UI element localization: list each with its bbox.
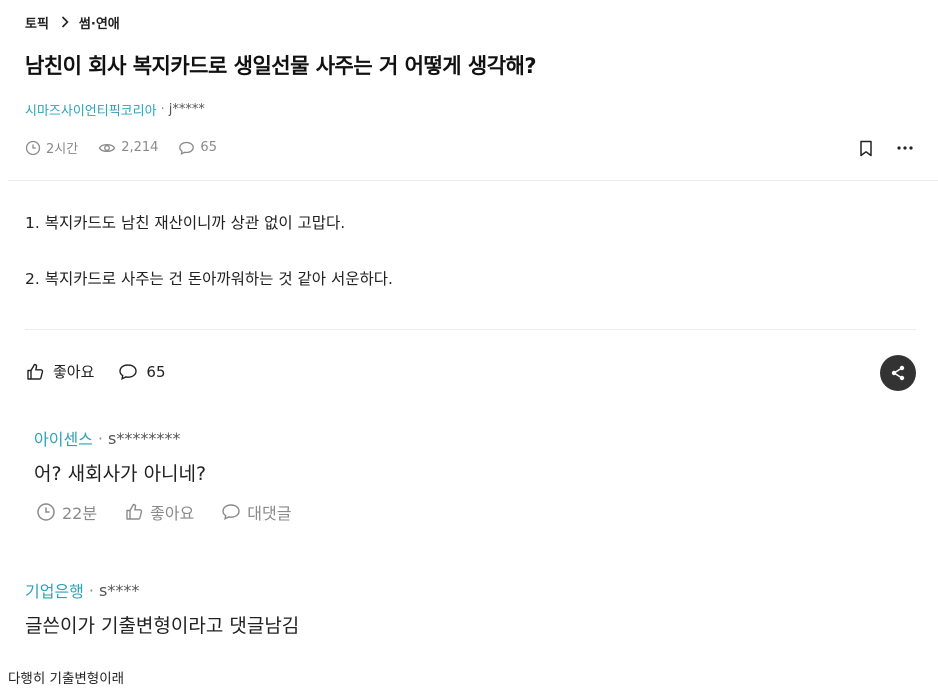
more-icon (897, 146, 913, 150)
post-body-line-2: 2. 복지카드로 사주는 건 돈아까워하는 것 같아 서운하다. (25, 270, 393, 288)
comment-meta: 22분 좋아요 대댓글 (36, 500, 318, 524)
divider (25, 329, 916, 330)
reply-button[interactable]: 대댓글 (221, 500, 291, 524)
comment-icon (179, 141, 195, 155)
comment-company[interactable]: 기업은행 (25, 578, 84, 602)
breadcrumb-category[interactable]: 썸·연애 (79, 13, 120, 32)
comment-time: 22분 (36, 500, 97, 524)
post-title: 남친이 회사 복지카드로 생일선물 사주는 거 어떻게 생각해? (25, 54, 537, 78)
breadcrumb-topic[interactable]: 토픽 (25, 13, 49, 32)
like-label: 좋아요 (53, 363, 95, 381)
post-comments: 65 (178, 140, 217, 156)
post-comments-text: 65 (200, 140, 217, 155)
comment-time-text: 22분 (62, 504, 98, 523)
post-views-text: 2,214 (121, 140, 159, 155)
post-time: 2시간 (25, 138, 78, 157)
divider (8, 180, 938, 181)
separator-dot: · (97, 428, 103, 448)
comment-author-line: 아이센스 · s******** (34, 426, 180, 450)
share-button[interactable] (880, 355, 916, 391)
more-button[interactable] (894, 138, 916, 158)
comment-author-line: 기업은행 · s**** (25, 578, 139, 602)
thumbs-up-icon (126, 503, 143, 520)
bookmark-button[interactable] (855, 138, 877, 158)
bookmark-icon (860, 140, 872, 156)
reply-label: 대댓글 (247, 504, 292, 523)
clock-icon (37, 503, 55, 521)
post-views: 2,214 (98, 140, 158, 156)
breadcrumb: 토픽 썸·연애 (25, 12, 120, 32)
thumbs-up-icon (27, 363, 44, 380)
separator-dot: · (88, 580, 94, 600)
post-company[interactable]: 시마즈사이언티픽코리아 (25, 100, 157, 119)
post-stats: 2시간 2,214 65 (25, 138, 237, 157)
separator-dot: · (160, 102, 165, 117)
post-actions: 좋아요 65 (25, 361, 190, 382)
comment-count: 65 (146, 362, 166, 381)
post-body-line-1: 1. 복지카드도 남친 재산이니까 상관 없이 고맙다. (25, 214, 346, 232)
clock-icon (25, 140, 41, 155)
post-time-text: 2시간 (46, 142, 79, 157)
share-icon (891, 365, 905, 381)
comment-like-button[interactable]: 좋아요 (124, 500, 194, 524)
comment-icon (119, 363, 138, 380)
comment-company[interactable]: 아이센스 (34, 426, 93, 450)
post-author: j***** (168, 102, 205, 117)
eye-icon (98, 143, 116, 152)
comment-author: s******** (107, 428, 181, 448)
comment-text: 어? 새회사가 아니네? (34, 463, 207, 485)
post-author-line: 시마즈사이언티픽코리아 · j***** (25, 100, 205, 119)
post-top-actions (838, 138, 916, 158)
comment-text: 글쓴이가 기출변형이라고 댓글남김 (25, 615, 300, 637)
like-button[interactable]: 좋아요 (25, 361, 94, 382)
chevron-right-icon (61, 16, 69, 28)
comment-like-label: 좋아요 (150, 504, 195, 523)
comment-button[interactable]: 65 (118, 362, 166, 382)
comment-author: s**** (98, 580, 140, 600)
caption-text: 다행히 기출변형이래 (8, 671, 125, 687)
comment-icon (222, 504, 240, 521)
